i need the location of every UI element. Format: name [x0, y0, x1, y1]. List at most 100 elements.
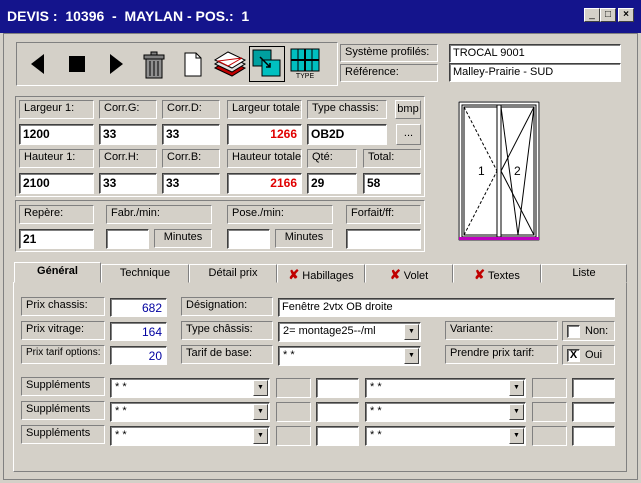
- chevron-down-icon[interactable]: ▼: [509, 404, 524, 420]
- supplement-1-select-a[interactable]: * * ▼: [110, 378, 270, 398]
- oui-checkbox[interactable]: X: [567, 349, 580, 362]
- new-document-button[interactable]: [174, 46, 210, 82]
- delete-button[interactable]: [136, 46, 172, 82]
- x-mark-icon: ✘: [288, 267, 300, 282]
- tab-technique[interactable]: Technique: [101, 264, 189, 283]
- supplement-1-price-a[interactable]: [316, 378, 359, 398]
- corr-b-field[interactable]: 33: [162, 173, 220, 194]
- bmp-button[interactable]: bmp: [395, 100, 421, 119]
- chevron-down-icon[interactable]: ▼: [404, 348, 419, 364]
- corr-d-label: Corr.D:: [162, 100, 220, 119]
- type-button[interactable]: TYPE: [287, 46, 323, 82]
- tarif-base-select[interactable]: * * ▼: [278, 346, 421, 366]
- tab-technique-label: Technique: [119, 267, 171, 279]
- prix-vitrage-field[interactable]: 164: [110, 322, 167, 341]
- corr-g-label: Corr.G:: [99, 100, 157, 119]
- prix-chassis-label: Prix chassis:: [21, 297, 105, 316]
- stop-button[interactable]: [59, 46, 95, 82]
- pose-unit-label: Minutes: [275, 229, 333, 248]
- hauteur1-label: Hauteur 1:: [19, 149, 94, 168]
- supplement-2-select-a-value: * *: [115, 405, 127, 417]
- tab-volet[interactable]: ✘ Volet: [365, 264, 453, 283]
- corr-g-field[interactable]: 33: [99, 124, 157, 145]
- hauteur-totale-field: 2166: [227, 173, 302, 194]
- supplement-1-qty-a: [276, 378, 311, 398]
- supplement-2-price-b[interactable]: [572, 402, 615, 422]
- forfait-field[interactable]: [346, 229, 421, 249]
- stacked-layers-icon: [213, 51, 247, 77]
- supplement-2-price-a[interactable]: [316, 402, 359, 422]
- system-profiles-field[interactable]: TROCAL 9001: [449, 44, 621, 63]
- chevron-down-icon[interactable]: ▼: [509, 428, 524, 444]
- corr-d-field[interactable]: 33: [162, 124, 220, 145]
- qte-field[interactable]: 29: [307, 173, 357, 194]
- repere-field[interactable]: 21: [19, 229, 94, 249]
- hauteur1-field[interactable]: 2100: [19, 173, 94, 194]
- supplement-1-price-b[interactable]: [572, 378, 615, 398]
- reference-field[interactable]: Malley-Prairie - SUD: [449, 63, 621, 82]
- type-label: TYPE: [295, 73, 315, 80]
- triangle-right-icon: [110, 54, 123, 74]
- tab-habillages-label: Habillages: [302, 270, 354, 282]
- supplement-2-select-b-value: * *: [370, 405, 382, 417]
- largeur-totale-label: Largeur totale:: [227, 100, 302, 119]
- tab-liste[interactable]: Liste: [541, 264, 627, 283]
- total-field: 58: [363, 173, 421, 194]
- window-title: DEVIS : 10396 - MAYLAN - POS.: 1: [7, 8, 250, 24]
- leaf-1-label: 1: [478, 164, 485, 178]
- reference-label: Référence:: [340, 64, 438, 82]
- designation-field[interactable]: Fenêtre 2vtx OB droite: [278, 298, 615, 317]
- pose-label: Pose./min:: [227, 205, 333, 224]
- leaf-2-label: 2: [514, 164, 521, 178]
- browse-button[interactable]: ...: [396, 124, 421, 145]
- tab-general-label: Général: [37, 265, 78, 277]
- chevron-down-icon[interactable]: ▼: [404, 324, 419, 340]
- chevron-down-icon[interactable]: ▼: [253, 428, 268, 444]
- tab-detail-prix[interactable]: Détail prix: [189, 264, 277, 283]
- variante-label: Variante:: [445, 321, 558, 340]
- chevron-down-icon[interactable]: ▼: [253, 380, 268, 396]
- previous-button[interactable]: [20, 46, 56, 82]
- non-option: Non:: [562, 321, 615, 341]
- corr-h-label: Corr.H:: [99, 149, 157, 168]
- close-button[interactable]: ×: [618, 8, 634, 22]
- supplement-3-price-b[interactable]: [572, 426, 615, 446]
- largeur1-field[interactable]: 1200: [19, 124, 94, 145]
- fabr-field[interactable]: [106, 229, 149, 249]
- tarif-base-label: Tarif de base:: [181, 345, 273, 364]
- corr-h-field[interactable]: 33: [99, 173, 157, 194]
- tab-general[interactable]: Général: [14, 262, 101, 283]
- copy-frame-button[interactable]: [249, 46, 285, 82]
- type-chassis-select[interactable]: 2= montage25--/ml ▼: [278, 322, 421, 342]
- supplement-3-select-a[interactable]: * * ▼: [110, 426, 270, 446]
- tab-textes-label: Textes: [488, 270, 520, 282]
- prix-chassis-field[interactable]: 682: [110, 298, 167, 317]
- supplements-label: Suppléments: [21, 401, 105, 420]
- type-chassis-general-label: Type châssis:: [181, 321, 273, 340]
- tab-volet-label: Volet: [403, 270, 429, 282]
- tab-liste-label: Liste: [572, 267, 596, 279]
- forfait-label: Forfait/ff:: [346, 205, 421, 224]
- tab-habillages[interactable]: ✘ Habillages: [277, 264, 365, 283]
- supplement-1-select-b[interactable]: * * ▼: [365, 378, 526, 398]
- pose-field[interactable]: [227, 229, 270, 249]
- supplement-3-price-a[interactable]: [316, 426, 359, 446]
- supplement-3-select-b[interactable]: * * ▼: [365, 426, 526, 446]
- stack-button[interactable]: [212, 46, 248, 82]
- chevron-down-icon[interactable]: ▼: [253, 404, 268, 420]
- prix-tarif-options-label: Prix tarif options:: [21, 345, 105, 364]
- maximize-button[interactable]: □: [600, 8, 616, 22]
- supplement-2-select-a[interactable]: * * ▼: [110, 402, 270, 422]
- minimize-button[interactable]: _: [584, 8, 600, 22]
- prix-vitrage-label: Prix vitrage:: [21, 321, 105, 340]
- chevron-down-icon[interactable]: ▼: [509, 380, 524, 396]
- supplement-2-select-b[interactable]: * * ▼: [365, 402, 526, 422]
- next-button[interactable]: [98, 46, 134, 82]
- prix-tarif-options-field[interactable]: 20: [110, 346, 167, 365]
- blank-page-icon: [184, 52, 202, 77]
- tab-textes[interactable]: ✘ Textes: [453, 264, 541, 283]
- type-chassis-field[interactable]: OB2D: [307, 124, 387, 145]
- non-checkbox[interactable]: [567, 325, 580, 338]
- window-grid-icon: [290, 48, 320, 72]
- supplements-label: Suppléments: [21, 425, 105, 444]
